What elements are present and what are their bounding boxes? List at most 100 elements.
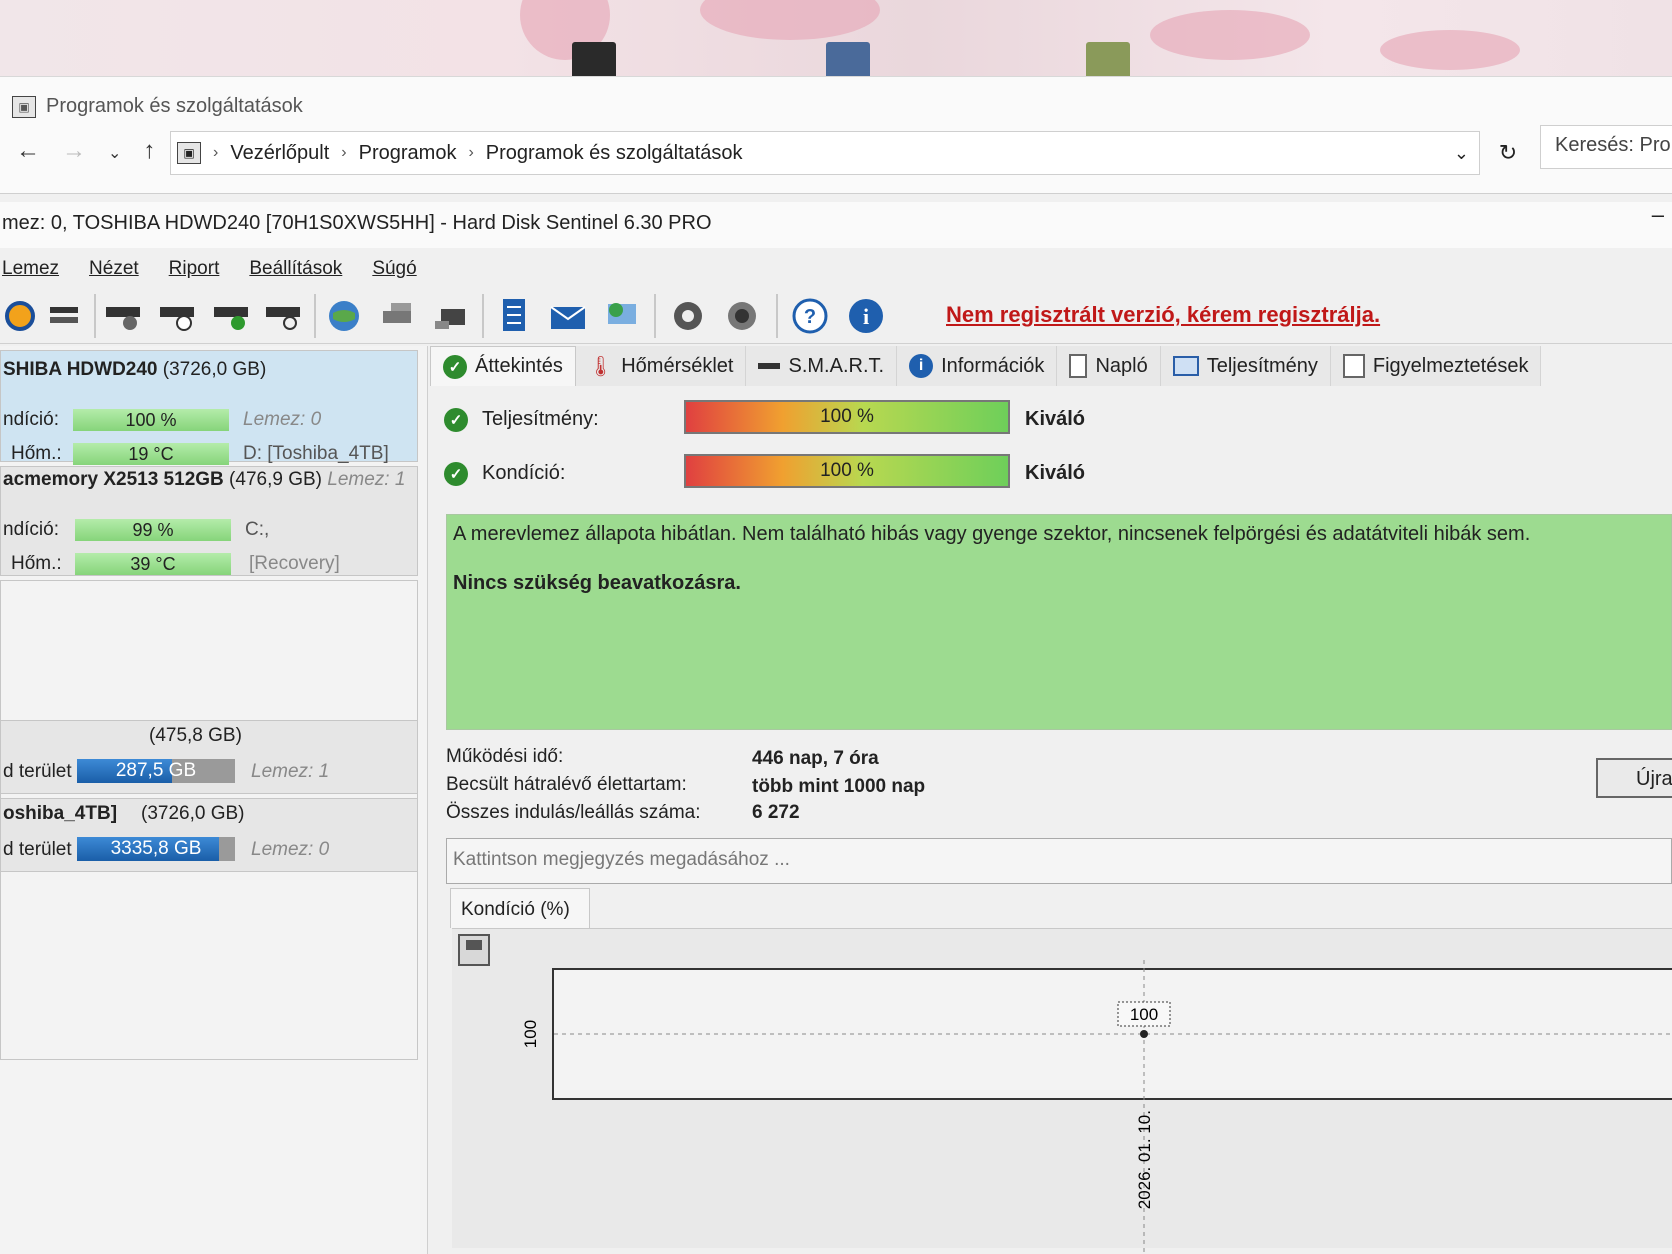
disk-name: acmemory X2513 512GB (476,9 GB) Lemez: 1: [3, 469, 406, 490]
data-point: [1140, 1030, 1148, 1038]
tab-info[interactable]: i Információk: [897, 346, 1058, 386]
explorer-nav: ← → ⌄ ↑: [16, 137, 155, 165]
search-input[interactable]: Keresés: Pro: [1540, 125, 1672, 169]
disk-name: SHIBA HDWD240 (3726,0 GB): [3, 359, 267, 380]
toolbar-separator: [482, 294, 484, 338]
web-report-icon[interactable]: [602, 296, 642, 336]
disk-ok-icon[interactable]: [212, 296, 252, 336]
document-icon: [1069, 354, 1088, 378]
disk-icon: [758, 363, 781, 369]
tab-label: Hőmérséklet: [621, 354, 734, 377]
chevron-down-icon[interactable]: ⌄: [1454, 143, 1469, 164]
recent-dropdown-icon[interactable]: ⌄: [108, 137, 121, 165]
tab-overview[interactable]: ✓ Áttekintés: [430, 346, 576, 386]
disk-card[interactable]: SHIBA HDWD240 (3726,0 GB) ndíció: 100 % …: [0, 350, 418, 465]
volume-size: (475,8 GB): [149, 725, 242, 746]
refresh-icon[interactable]: ↻: [1486, 131, 1530, 175]
breadcrumb-item[interactable]: Programok és szolgáltatások: [486, 142, 743, 165]
partition-label: C:,: [245, 519, 270, 540]
report-icon[interactable]: [494, 296, 534, 336]
menu-nezet[interactable]: Nézet: [89, 258, 139, 286]
up-arrow-icon[interactable]: ↑: [143, 137, 155, 165]
network-disk-icon[interactable]: [378, 296, 418, 336]
save-icon[interactable]: [458, 934, 490, 966]
tab-label: Áttekintés: [475, 355, 563, 377]
toolbar-separator: [654, 294, 656, 338]
back-arrow-icon[interactable]: ←: [16, 137, 40, 165]
lifetime-value: több mint 1000 nap: [752, 776, 926, 797]
status-action: Nincs szükség beavatkozásra.: [453, 572, 741, 594]
menu-bar: Lemez Nézet Riport Beállítások Súgó: [0, 252, 1672, 286]
forward-arrow-icon[interactable]: →: [62, 137, 86, 165]
gear-icon[interactable]: [668, 296, 708, 336]
explorer-title-text: Programok és szolgáltatások: [46, 95, 303, 117]
tab-label: Napló: [1095, 354, 1148, 377]
disk-surface-test-icon[interactable]: [104, 296, 144, 336]
disk-card[interactable]: acmemory X2513 512GB (476,9 GB) Lemez: 1…: [0, 466, 418, 576]
tab-alerts[interactable]: Figyelmeztetések: [1330, 346, 1542, 386]
performance-gauge: 100 %: [684, 400, 1010, 434]
menu-sugo[interactable]: Súgó: [372, 258, 416, 286]
explorer-window: ▣ Programok és szolgáltatások ← → ⌄ ↑ ▣ …: [0, 76, 1672, 194]
desktop-file-icon[interactable]: [826, 42, 870, 80]
tab-smart[interactable]: S.M.A.R.T.: [746, 346, 898, 386]
help-icon[interactable]: ?: [790, 296, 830, 336]
desktop-background: [0, 0, 1672, 80]
usb-disk-icon[interactable]: [430, 296, 470, 336]
tab-label: Információk: [941, 354, 1045, 377]
wallpaper-shape: [1380, 30, 1520, 70]
chart-svg: 100 100 2026. 01. 10.: [521, 960, 1672, 1254]
tab-label: Teljesítmény: [1206, 354, 1318, 377]
check-icon: ✓: [443, 354, 467, 379]
status-box: A merevlemez állapota hibátlan. Nem talá…: [446, 514, 1672, 730]
tab-log[interactable]: Napló: [1057, 346, 1161, 386]
note-input[interactable]: Kattintson megjegyzés megadásához ...: [446, 838, 1672, 884]
sound-icon[interactable]: [722, 296, 762, 336]
menu-lemez[interactable]: Lemez: [2, 258, 59, 286]
menu-riport[interactable]: Riport: [169, 258, 220, 286]
toolbar-separator: [314, 294, 316, 338]
partition-label: [Recovery]: [249, 553, 340, 574]
breadcrumb-separator-icon: ›: [341, 144, 347, 161]
refresh-disk-icon[interactable]: [0, 296, 40, 336]
mail-icon[interactable]: [548, 296, 588, 336]
x-tick-label: 2026. 01. 10.: [1135, 1110, 1154, 1209]
chart-tab-condition[interactable]: Kondíció (%): [450, 888, 590, 928]
address-bar[interactable]: ▣ › Vezérlőpult › Programok › Programok …: [170, 131, 1480, 175]
condition-gauge: 100 %: [684, 454, 1010, 488]
desktop-file-icon[interactable]: [572, 42, 616, 80]
free-space-bar: 3335,8 GB: [77, 837, 235, 861]
check-icon: ✓: [444, 462, 468, 486]
breadcrumb-item[interactable]: Vezérlőpult: [230, 142, 329, 165]
minimize-icon[interactable]: –: [1652, 202, 1664, 228]
volume-card[interactable]: oshiba_4TB] (3726,0 GB) d terület 3335,8…: [0, 798, 418, 872]
tab-bar: ✓ Áttekintés 🌡 Hőmérséklet S.M.A.R.T. i Inf…: [430, 346, 1672, 386]
breadcrumb-separator-icon: ›: [213, 144, 219, 161]
breadcrumb-item[interactable]: Programok: [359, 142, 457, 165]
start-stop-value: 6 272: [752, 802, 800, 823]
temperature-label: Hőm.:: [11, 553, 62, 574]
disk-index: Lemez: 1: [251, 761, 330, 782]
free-space-bar: 287,5 GB: [77, 759, 235, 783]
globe-icon[interactable]: [324, 296, 364, 336]
disk-search-icon[interactable]: [264, 296, 304, 336]
uptime-value: 446 nap, 7 óra: [752, 748, 879, 769]
disk-schedule-icon[interactable]: [158, 296, 198, 336]
condition-rating: Kiváló: [1025, 462, 1086, 484]
register-link[interactable]: Nem regisztrált verzió, kérem regisztrál…: [946, 302, 1380, 328]
y-tick-label: 100: [521, 1020, 540, 1048]
desktop-file-icon[interactable]: [1086, 42, 1130, 80]
tab-performance[interactable]: Teljesítmény: [1160, 346, 1331, 386]
data-label: 100: [1130, 1005, 1158, 1024]
chart-icon: [1172, 356, 1199, 376]
menu-beallitasok[interactable]: Beállítások: [249, 258, 342, 286]
info-icon[interactable]: i: [846, 296, 886, 336]
tab-label: S.M.A.R.T.: [788, 354, 885, 377]
volume-card[interactable]: (475,8 GB) d terület 287,5 GB Lemez: 1: [0, 720, 418, 794]
retry-button[interactable]: Újra: [1596, 758, 1672, 798]
uptime-label: Működési idő:: [446, 746, 564, 767]
disk-list-icon[interactable]: [44, 296, 84, 336]
tab-temperature[interactable]: 🌡 Hőmérséklet: [575, 346, 747, 386]
app-title: mez: 0, TOSHIBA HDWD240 [70H1S0XWS5HH] -…: [2, 212, 712, 234]
toolbar-separator: [776, 294, 778, 338]
